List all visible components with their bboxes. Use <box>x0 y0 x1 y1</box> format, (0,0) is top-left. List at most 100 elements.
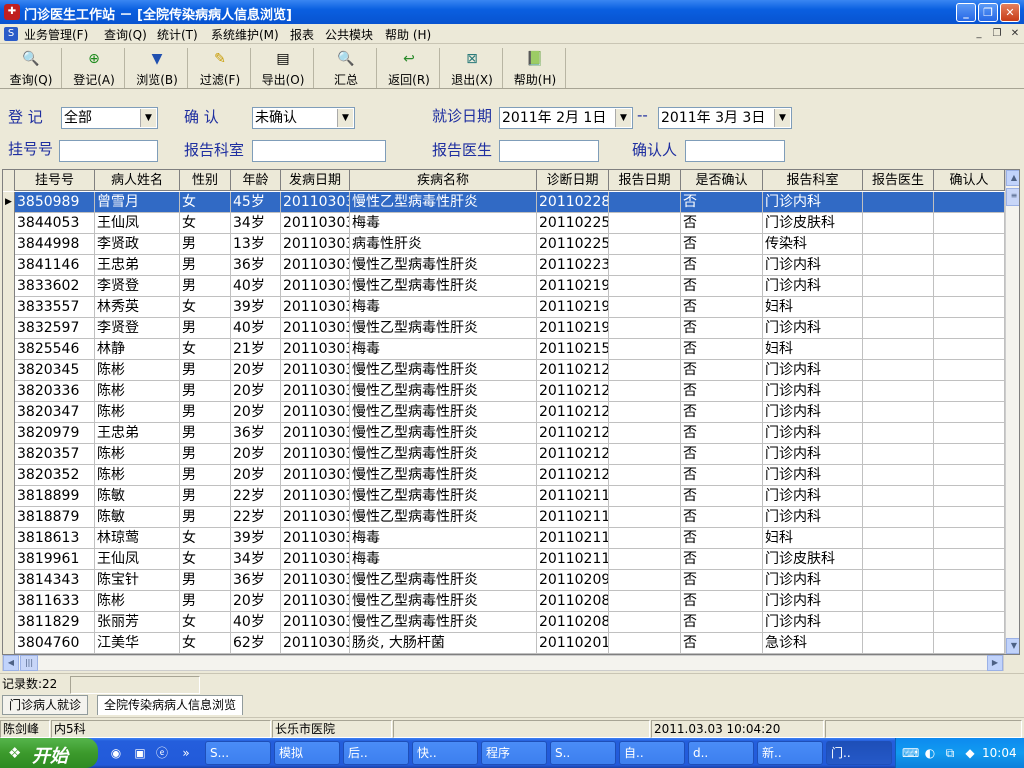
close-button[interactable]: ✕ <box>1000 3 1020 22</box>
cell-report-dept[interactable]: 门诊内科 <box>763 444 863 465</box>
cell-diagnosis-date[interactable]: 20110225 <box>537 213 609 234</box>
cell-report-date[interactable] <box>609 633 681 654</box>
cell-age[interactable]: 36岁 <box>231 570 281 591</box>
cell-diagnosis-date[interactable]: 20110209 <box>537 570 609 591</box>
cell-confirmer[interactable] <box>934 570 1005 591</box>
cell-onset-date[interactable]: 20110303 <box>281 465 350 486</box>
table-row[interactable]: 3820347 陈彬男 20岁 20110303 慢性乙型病毒性肝炎 20110212 否门… <box>3 402 1005 423</box>
cell-diagnosis-date[interactable]: 20110208 <box>537 612 609 633</box>
cell-report-dept[interactable]: 门诊内科 <box>763 570 863 591</box>
table-row[interactable]: 3820345 陈彬男 20岁 20110303 慢性乙型病毒性肝炎 20110212 否门… <box>3 360 1005 381</box>
cell-disease-name[interactable]: 肠炎, 大肠杆菌 <box>350 633 537 654</box>
cell-disease-name[interactable]: 病毒性肝炎 <box>350 234 537 255</box>
cell-onset-date[interactable]: 20110303 <box>281 276 350 297</box>
chevron-down-icon[interactable]: ▼ <box>774 109 790 127</box>
cell-gender[interactable]: 男 <box>180 591 231 612</box>
chevron-down-icon[interactable]: ▼ <box>615 109 631 127</box>
cell-age[interactable]: 40岁 <box>231 612 281 633</box>
scroll-right-icon[interactable]: ▶ <box>987 655 1003 671</box>
confirmer-input[interactable] <box>685 140 785 162</box>
cell-confirmed[interactable]: 否 <box>681 192 763 213</box>
cell-report-doctor[interactable] <box>863 192 934 213</box>
cell-report-doctor[interactable] <box>863 549 934 570</box>
confirm-select[interactable]: 未确认 ▼ <box>252 107 355 129</box>
cell-confirmed[interactable]: 否 <box>681 423 763 444</box>
cell-gender[interactable]: 男 <box>180 360 231 381</box>
cell-confirmer[interactable] <box>934 318 1005 339</box>
cell-gender[interactable]: 男 <box>180 234 231 255</box>
cell-report-doctor[interactable] <box>863 402 934 423</box>
cell-confirmed[interactable]: 否 <box>681 381 763 402</box>
cell-age[interactable]: 20岁 <box>231 360 281 381</box>
cell-confirmer[interactable] <box>934 297 1005 318</box>
cell-diagnosis-date[interactable]: 20110223 <box>537 255 609 276</box>
row-header[interactable] <box>3 402 15 423</box>
cell-report-dept[interactable]: 门诊内科 <box>763 612 863 633</box>
cell-report-doctor[interactable] <box>863 318 934 339</box>
cell-confirmed[interactable]: 否 <box>681 486 763 507</box>
cell-onset-date[interactable]: 20110303 <box>281 633 350 654</box>
table-row[interactable]: 3818899 陈敏男 22岁 20110303 慢性乙型病毒性肝炎 20110211 否门… <box>3 486 1005 507</box>
cell-report-date[interactable] <box>609 465 681 486</box>
row-header[interactable] <box>3 612 15 633</box>
cell-patient-name[interactable]: 李贤登 <box>95 318 180 339</box>
taskbar-item[interactable]: S.. <box>550 741 616 765</box>
row-header[interactable] <box>3 528 15 549</box>
cell-diagnosis-date[interactable]: 20110212 <box>537 381 609 402</box>
cell-reg-no[interactable]: 3832597 <box>15 318 95 339</box>
row-header[interactable] <box>3 276 15 297</box>
cell-confirmer[interactable] <box>934 465 1005 486</box>
cell-patient-name[interactable]: 林秀英 <box>95 297 180 318</box>
cell-report-date[interactable] <box>609 507 681 528</box>
cell-report-dept[interactable]: 妇科 <box>763 339 863 360</box>
cell-patient-name[interactable]: 曾雪月 <box>95 192 180 213</box>
cell-age[interactable]: 20岁 <box>231 465 281 486</box>
cell-report-date[interactable] <box>609 444 681 465</box>
cell-onset-date[interactable]: 20110303 <box>281 402 350 423</box>
cell-report-doctor[interactable] <box>863 633 934 654</box>
cell-report-date[interactable] <box>609 276 681 297</box>
mdi-minimize-button[interactable]: _ <box>972 27 986 41</box>
cell-report-dept[interactable]: 门诊皮肤科 <box>763 213 863 234</box>
report-dept-input[interactable] <box>252 140 386 162</box>
cell-reg-no[interactable]: 3820352 <box>15 465 95 486</box>
table-row[interactable]: 3832597 李贤登男 40岁 20110303 慢性乙型病毒性肝炎 20110219 否… <box>3 318 1005 339</box>
export-button[interactable]: ▤ 导出(O) <box>252 48 314 88</box>
cell-reg-no[interactable]: 3811829 <box>15 612 95 633</box>
start-button[interactable]: ❖ 开始 <box>0 738 98 768</box>
cell-report-doctor[interactable] <box>863 360 934 381</box>
taskbar-item[interactable]: 自.. <box>619 741 685 765</box>
cell-age[interactable]: 62岁 <box>231 633 281 654</box>
mdi-restore-button[interactable]: ❐ <box>990 27 1004 41</box>
cell-confirmed[interactable]: 否 <box>681 276 763 297</box>
cell-report-doctor[interactable] <box>863 339 934 360</box>
cell-age[interactable]: 34岁 <box>231 213 281 234</box>
cell-report-date[interactable] <box>609 234 681 255</box>
cell-confirmer[interactable] <box>934 339 1005 360</box>
column-header-disease-name[interactable]: 疾病名称 <box>350 170 537 191</box>
cell-report-dept[interactable]: 门诊内科 <box>763 465 863 486</box>
cell-report-date[interactable] <box>609 570 681 591</box>
cell-onset-date[interactable]: 20110303 <box>281 381 350 402</box>
cell-diagnosis-date[interactable]: 20110208 <box>537 591 609 612</box>
cell-disease-name[interactable]: 慢性乙型病毒性肝炎 <box>350 276 537 297</box>
taskbar-item[interactable]: 新.. <box>757 741 823 765</box>
column-header-gender[interactable]: 性别 <box>180 170 231 191</box>
cell-report-doctor[interactable] <box>863 213 934 234</box>
cell-age[interactable]: 13岁 <box>231 234 281 255</box>
row-header[interactable] <box>3 570 15 591</box>
cell-reg-no[interactable]: 3820336 <box>15 381 95 402</box>
chevron-down-icon[interactable]: ▼ <box>140 109 156 127</box>
cell-confirmed[interactable]: 否 <box>681 570 763 591</box>
cell-age[interactable]: 20岁 <box>231 591 281 612</box>
taskbar-item[interactable]: d.. <box>688 741 754 765</box>
cell-confirmed[interactable]: 否 <box>681 633 763 654</box>
cell-gender[interactable]: 女 <box>180 633 231 654</box>
cell-onset-date[interactable]: 20110303 <box>281 486 350 507</box>
taskbar-item[interactable]: 模拟 <box>274 741 340 765</box>
cell-confirmer[interactable] <box>934 192 1005 213</box>
cell-diagnosis-date[interactable]: 20110215 <box>537 339 609 360</box>
chevron-right-icon[interactable]: » <box>178 745 194 761</box>
scroll-thumb[interactable]: ≡ <box>1006 188 1019 206</box>
column-header-confirmer[interactable]: 确认人 <box>934 170 1005 191</box>
